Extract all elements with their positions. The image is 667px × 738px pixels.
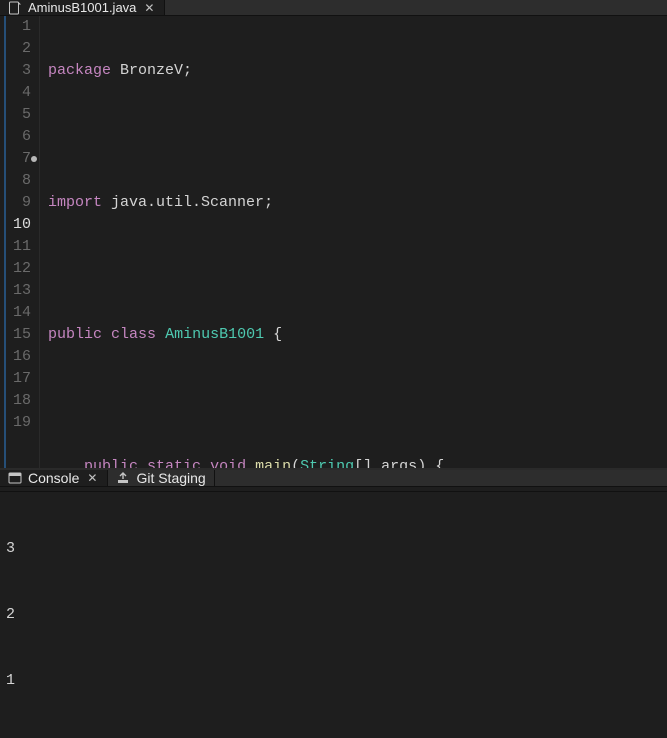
line-number: 3 bbox=[10, 60, 31, 82]
line-number: 5 bbox=[10, 104, 31, 126]
line-number: 1 bbox=[10, 16, 31, 38]
line-number-gutter: 1 2 3 4 5 6 7 8 9 10 11 12 13 14 15 16 1… bbox=[6, 16, 40, 468]
code-line bbox=[48, 126, 667, 148]
code-line: public class AminusB1001 { bbox=[48, 324, 667, 346]
console-line: 3 bbox=[6, 538, 661, 560]
line-number: 7 bbox=[10, 148, 31, 170]
close-icon[interactable]: ✕ bbox=[142, 1, 156, 15]
code-editor[interactable]: 1 2 3 4 5 6 7 8 9 10 11 12 13 14 15 16 1… bbox=[0, 16, 667, 468]
git-staging-icon bbox=[116, 471, 130, 485]
close-icon[interactable]: ✕ bbox=[85, 471, 99, 485]
line-number: 15 bbox=[10, 324, 31, 346]
line-number: 9 bbox=[10, 192, 31, 214]
code-line: public static void main(String[] args) { bbox=[48, 456, 667, 468]
line-number: 13 bbox=[10, 280, 31, 302]
editor-tab-bar: AminusB1001.java ✕ bbox=[0, 0, 667, 16]
tab-git-staging-label: Git Staging bbox=[136, 470, 205, 486]
editor-tab-label: AminusB1001.java bbox=[28, 0, 136, 15]
tab-console-label: Console bbox=[28, 470, 79, 486]
line-number: 4 bbox=[10, 82, 31, 104]
editor-tab[interactable]: AminusB1001.java ✕ bbox=[0, 0, 165, 15]
line-number: 8 bbox=[10, 170, 31, 192]
java-file-icon bbox=[8, 1, 22, 15]
line-number: 12 bbox=[10, 258, 31, 280]
line-number: 18 bbox=[10, 390, 31, 412]
bottom-panel-tab-bar: Console ✕ Git Staging bbox=[0, 470, 667, 487]
tab-console[interactable]: Console ✕ bbox=[0, 470, 108, 486]
console-line: 2 bbox=[6, 604, 661, 626]
line-number: 6 bbox=[10, 126, 31, 148]
line-number: 14 bbox=[10, 302, 31, 324]
code-line: package BronzeV; bbox=[48, 60, 667, 82]
code-line bbox=[48, 390, 667, 412]
code-area[interactable]: package BronzeV; import java.util.Scanne… bbox=[40, 16, 667, 468]
tab-git-staging[interactable]: Git Staging bbox=[108, 470, 214, 486]
line-number: 11 bbox=[10, 236, 31, 258]
line-number: 2 bbox=[10, 38, 31, 60]
line-number: 19 bbox=[10, 412, 31, 434]
console-line: 1 bbox=[6, 670, 661, 692]
line-number: 16 bbox=[10, 346, 31, 368]
code-line: import java.util.Scanner; bbox=[48, 192, 667, 214]
console-icon bbox=[8, 471, 22, 485]
line-number: 10 bbox=[10, 214, 31, 236]
breakpoint-marker[interactable] bbox=[31, 156, 37, 162]
console-output[interactable]: 3 2 1 bbox=[0, 492, 667, 738]
code-line bbox=[48, 258, 667, 280]
line-number: 17 bbox=[10, 368, 31, 390]
